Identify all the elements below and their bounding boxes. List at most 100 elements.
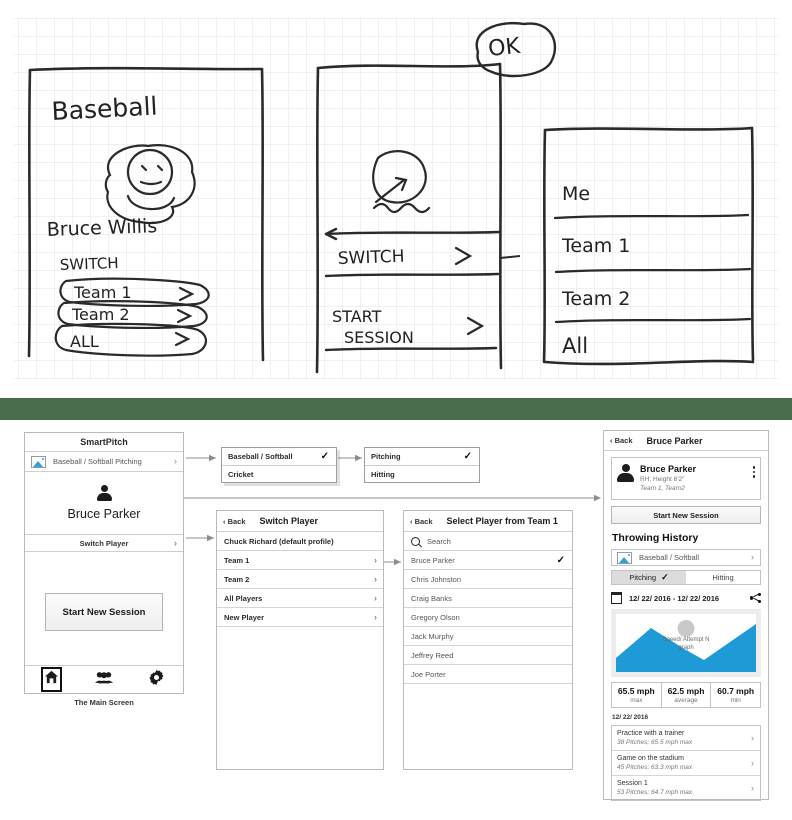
session-row-game[interactable]: Game on the stadium 45 Pitches; 63.3 mph…: [612, 750, 760, 775]
check-icon: ✓: [463, 451, 472, 462]
start-new-session-button[interactable]: Start New Session: [611, 506, 761, 524]
chart-caption-line2: graph: [678, 645, 694, 651]
player-card[interactable]: Bruce Parker RH; Height 6'2" Team 1, Tea…: [611, 457, 761, 500]
chevron-right-icon: ›: [751, 782, 754, 793]
player-row-gregory-olson[interactable]: Gregory Olson: [404, 608, 572, 627]
tab-settings[interactable]: [130, 669, 183, 690]
player-name-label: Jack Murphy: [411, 631, 454, 641]
player-meta: RH; Height 6'2": [640, 476, 685, 483]
chart-placeholder-caption: Speed/ Attempt N graph: [616, 636, 756, 652]
sketch-btn-all: ALL: [70, 332, 99, 351]
chevron-right-icon: ›: [374, 592, 377, 603]
home-icon: [40, 667, 62, 692]
sport-mode-label: Baseball / Softball Pitching: [53, 457, 142, 466]
segment-hitting[interactable]: Hitting: [686, 571, 760, 584]
player-row-jack-murphy[interactable]: Jack Murphy: [404, 627, 572, 646]
sketch-item-team2: Team 2: [561, 288, 630, 310]
session-row-session1[interactable]: Session 1 53 Pitches; 64.7 mph max ›: [612, 775, 760, 800]
chart-caption-line1: Speed/ Attempt N: [662, 637, 710, 643]
avatar: [617, 464, 634, 482]
session-text: Practice with a trainer 38 Pitches; 65.5…: [617, 729, 692, 747]
speed-chart[interactable]: Speed/ Attempt N graph: [611, 609, 761, 677]
dropdown-item-pitching[interactable]: Pitching ✓: [365, 448, 479, 465]
image-icon: [31, 455, 46, 468]
list-item-team2[interactable]: Team 2 ›: [217, 570, 383, 589]
sport-mode-row[interactable]: Baseball / Softball Pitching ›: [25, 452, 183, 472]
share-icon[interactable]: [750, 593, 761, 603]
chart-marker: [677, 620, 695, 637]
list-item-label: Team 1: [224, 555, 250, 565]
dropdown-item-cricket[interactable]: Cricket: [222, 465, 336, 482]
list-item-team1[interactable]: Team 1 ›: [217, 551, 383, 570]
stat-value: 60.7 mph: [717, 686, 755, 696]
player-name-label: Craig Banks: [411, 593, 452, 603]
dropdown-item-label: Cricket: [228, 469, 254, 479]
dropdown-item-hitting[interactable]: Hitting: [365, 465, 479, 482]
sketch-btn-team2: Team 2: [71, 305, 130, 324]
section-divider: [0, 398, 792, 420]
player-row-chris-johnston[interactable]: Chris Johnston: [404, 570, 572, 589]
player-row-craig-banks[interactable]: Craig Banks: [404, 589, 572, 608]
sketch-switch-label: SWITCH: [60, 254, 119, 274]
main-body: Start New Session: [25, 552, 183, 672]
list-item-label: Team 2: [224, 574, 250, 584]
player-avatar-block: Bruce Parker: [25, 472, 183, 534]
chevron-right-icon: ›: [751, 757, 754, 768]
switch-player-panel: ‹ Back Switch Player Chuck Richard (defa…: [216, 510, 384, 770]
app-title: SmartPitch: [25, 433, 183, 452]
back-button[interactable]: ‹ Back: [404, 517, 433, 526]
overflow-menu-icon[interactable]: [752, 464, 755, 493]
tab-home[interactable]: [25, 667, 78, 692]
stat-label: max: [630, 697, 643, 704]
search-input[interactable]: Search: [404, 532, 572, 551]
start-new-session-button[interactable]: Start New Session: [45, 593, 163, 631]
sketch-item-all: All: [562, 334, 588, 358]
mode-dropdown: Pitching ✓ Hitting: [364, 447, 480, 483]
sport-filter-row[interactable]: Baseball / Softball ›: [611, 549, 761, 566]
list-item-all-players[interactable]: All Players ›: [217, 589, 383, 608]
main-screen-caption: The Main Screen: [74, 698, 134, 707]
player-row-bruce-parker[interactable]: Bruce Parker ✓: [404, 551, 572, 570]
session-row-practice[interactable]: Practice with a trainer 38 Pitches; 65.5…: [612, 726, 760, 750]
chart-plot-area: Speed/ Attempt N graph: [616, 614, 756, 672]
player-name: Bruce Parker: [67, 507, 141, 521]
sketch-switch-text: SWITCH: [337, 247, 404, 269]
player-row-joe-porter[interactable]: Joe Porter: [404, 665, 572, 684]
list-item-default-profile[interactable]: Chuck Richard (default profile): [217, 532, 383, 551]
stat-label: min: [730, 697, 741, 704]
session-subtitle: 38 Pitches; 65.5 mph max: [617, 739, 693, 746]
people-icon: [95, 671, 113, 689]
calendar-icon: [611, 592, 622, 604]
tab-players[interactable]: [78, 671, 131, 689]
session-list: Practice with a trainer 38 Pitches; 65.5…: [611, 725, 761, 801]
player-name-label: Gregory Olson: [411, 612, 460, 622]
sketch-item-me: Me: [562, 183, 590, 205]
back-button[interactable]: ‹ Back: [604, 436, 633, 445]
chevron-right-icon: ›: [374, 554, 377, 565]
sport-filter-label: Baseball / Softball: [639, 553, 700, 562]
player-detail-panel: ‹ Back Bruce Parker Bruce Parker RH; Hei…: [603, 430, 769, 801]
sketch-drawing: Baseball Bruce Willis SWITCH Team 1 Team…: [14, 18, 778, 380]
stat-label: average: [674, 697, 698, 704]
switch-player-row[interactable]: Switch Player ›: [25, 534, 183, 552]
list-item-new-player[interactable]: New Player ›: [217, 608, 383, 627]
session-text: Session 1 53 Pitches; 64.7 mph max: [617, 779, 692, 797]
dropdown-item-baseball[interactable]: Baseball / Softball ✓: [222, 448, 336, 465]
player-name: Bruce Parker: [640, 464, 697, 474]
list-item-label: New Player: [224, 612, 265, 622]
chevron-right-icon: ›: [174, 537, 177, 548]
date-range-label: 12/ 22/ 2016 - 12/ 22/ 2016: [629, 593, 720, 603]
chevron-right-icon: ›: [751, 732, 754, 743]
list-item-label: Chuck Richard (default profile): [224, 536, 334, 546]
session-title: Game on the stadium: [617, 755, 684, 762]
stat-value: 65.5 mph: [617, 686, 655, 696]
image-icon: [617, 551, 632, 564]
segment-label: Pitching: [629, 573, 657, 582]
session-title: Practice with a trainer: [617, 730, 685, 737]
player-row-jeffrey-reed[interactable]: Jeffrey Reed: [404, 646, 572, 665]
back-button[interactable]: ‹ Back: [217, 517, 246, 526]
avatar: [96, 485, 112, 501]
player-name-label: Joe Porter: [411, 669, 446, 679]
segment-pitching[interactable]: Pitching ✓: [612, 571, 686, 584]
date-range-row[interactable]: 12/ 22/ 2016 - 12/ 22/ 2016: [611, 592, 761, 604]
